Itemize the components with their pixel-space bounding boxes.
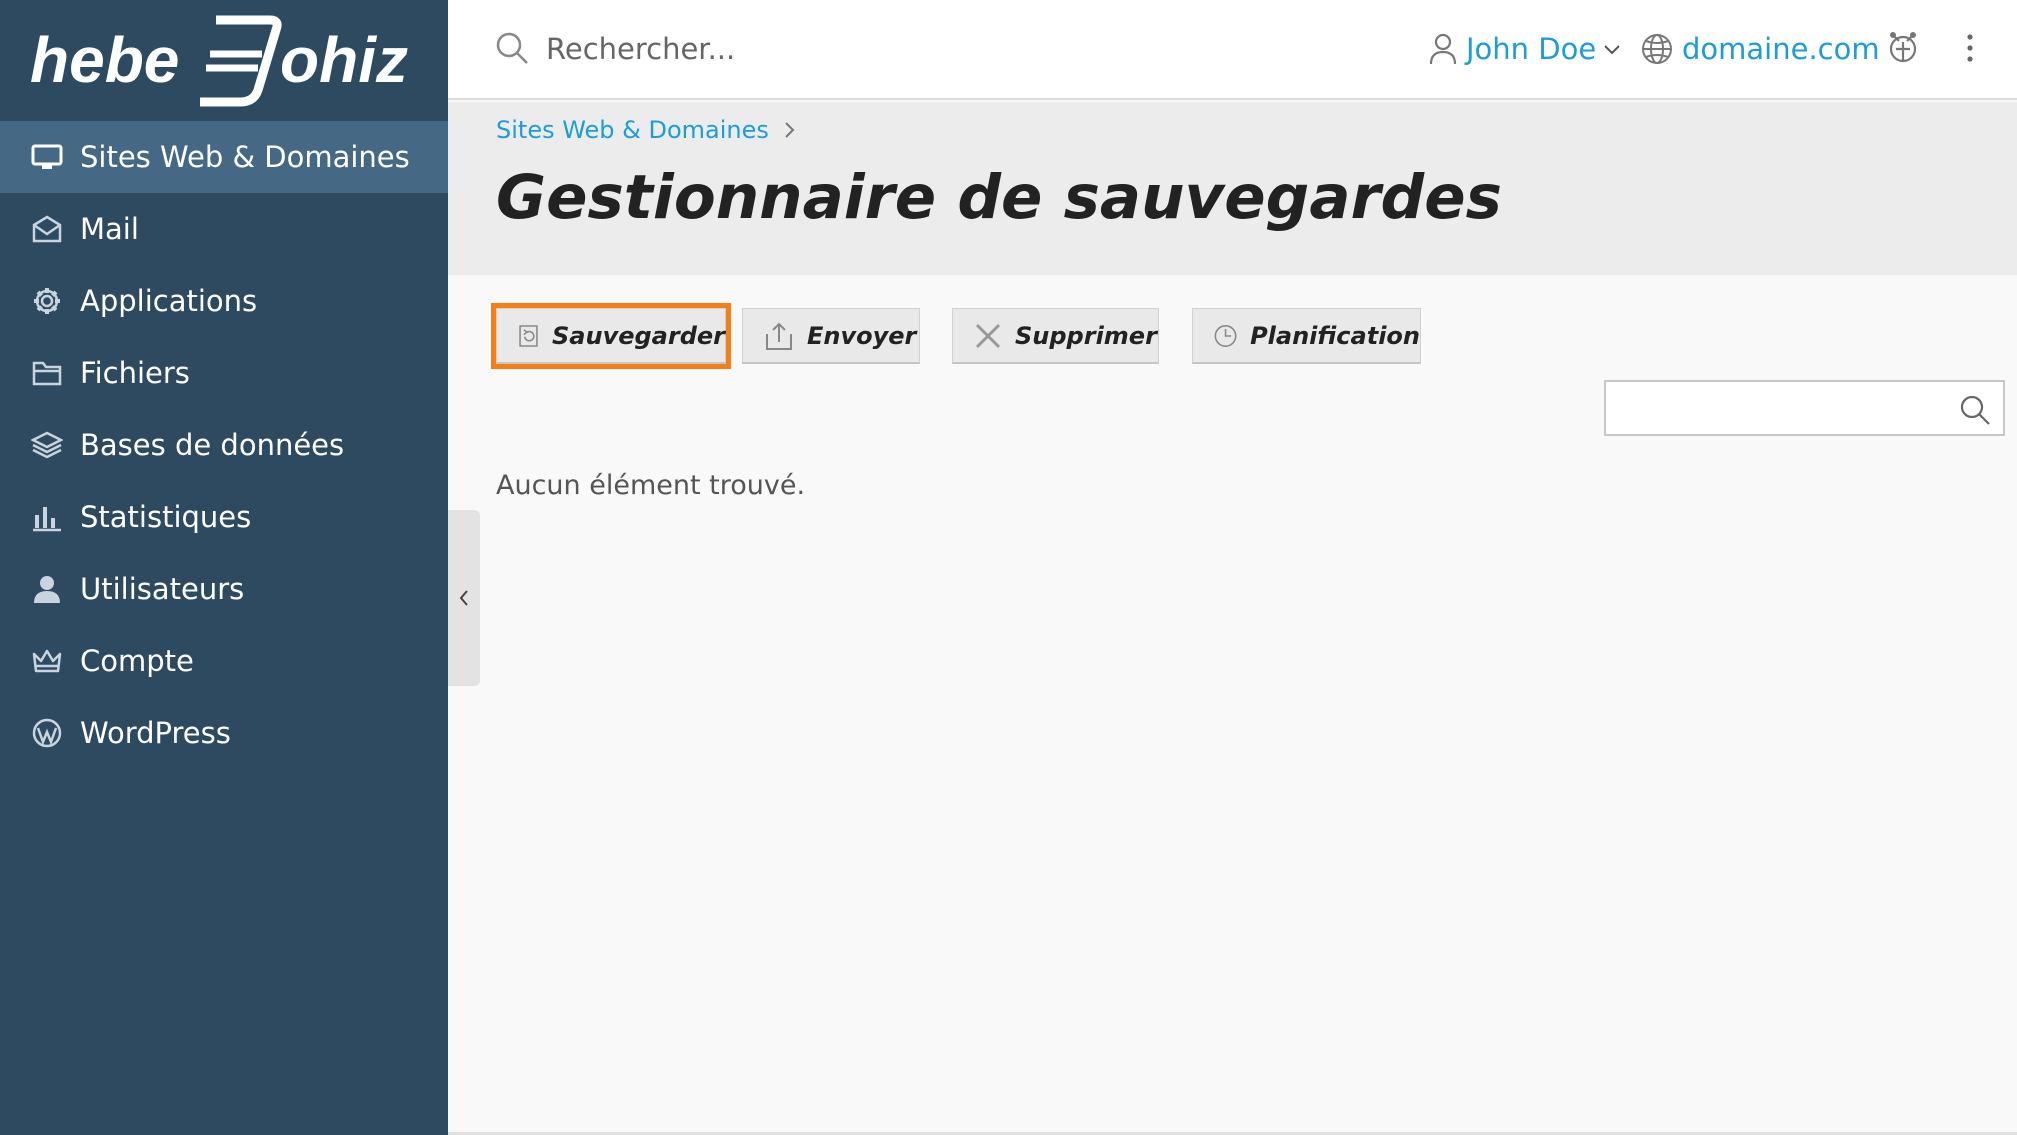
gear-icon [30, 284, 64, 318]
breadcrumb: Sites Web & Domaines [496, 116, 795, 144]
sidebar-item-mail[interactable]: Mail [0, 193, 448, 265]
schedule-button[interactable]: Planification [1192, 308, 1421, 364]
brand-logo[interactable]: hebe ohiz [0, 0, 448, 121]
delete-x-icon [975, 323, 1001, 348]
hebergeur-logo: hebe ohiz [30, 15, 408, 107]
upload-button[interactable]: Envoyer [742, 308, 920, 364]
domain-switcher[interactable]: domaine.com [1640, 28, 1880, 70]
sidebar-item-statistics[interactable]: Statistiques [0, 481, 448, 553]
upload-button-label: Envoyer [807, 321, 917, 350]
user-name: John Doe [1466, 32, 1597, 66]
backup-icon [519, 324, 538, 347]
folder-icon [30, 356, 64, 390]
monitor-icon [30, 140, 64, 174]
database-layers-icon [30, 428, 64, 462]
chevron-left-icon [459, 590, 468, 606]
sidebar-item-applications[interactable]: Applications [0, 265, 448, 337]
empty-list-message: Aucun élément trouvé. [496, 470, 806, 501]
sidebar-item-users[interactable]: Utilisateurs [0, 553, 448, 625]
logo-text-left: hebe [30, 24, 179, 96]
sidebar-item-label: WordPress [80, 716, 231, 750]
delete-button-label: Supprimer [1015, 321, 1157, 350]
sidebar-item-account[interactable]: Compte [0, 625, 448, 697]
list-search-box [1604, 380, 2005, 436]
sidebar-item-label: Mail [80, 212, 139, 246]
crown-icon [30, 644, 64, 678]
globe-icon [1642, 34, 1672, 64]
sidebar-item-files[interactable]: Fichiers [0, 337, 448, 409]
delete-button[interactable]: Supprimer [952, 308, 1159, 364]
more-vertical-icon[interactable] [1964, 32, 1976, 64]
search-icon[interactable] [1959, 394, 1991, 426]
sidebar-item-label: Bases de données [80, 428, 345, 462]
sidebar-item-label: Compte [80, 644, 194, 678]
page-title: Gestionnaire de sauvegardes [496, 162, 1502, 233]
sidebar: hebe ohiz Sites Web & Domaines Mail Appl… [0, 0, 448, 1135]
domain-name: domaine.com [1682, 32, 1880, 66]
chevron-right-icon [785, 122, 795, 138]
extensions-icon[interactable] [1886, 30, 1920, 66]
logo-text-right: ohiz [280, 24, 408, 96]
clock-icon [1214, 324, 1237, 347]
upload-icon [766, 322, 792, 350]
wordpress-icon [30, 716, 64, 750]
sidebar-nav: Sites Web & Domaines Mail Applications F… [0, 121, 448, 769]
bar-chart-icon [30, 500, 64, 534]
user-icon [1429, 33, 1457, 65]
sidebar-item-label: Applications [80, 284, 258, 318]
sidebar-item-wordpress[interactable]: WordPress [0, 697, 448, 769]
sidebar-item-label: Fichiers [80, 356, 190, 390]
chevron-down-icon [1604, 45, 1620, 55]
sidebar-item-label: Statistiques [80, 500, 252, 534]
sidebar-item-label: Sites Web & Domaines [80, 140, 410, 174]
search-icon[interactable] [494, 30, 530, 66]
sidebar-item-label: Utilisateurs [80, 572, 245, 606]
sidebar-item-databases[interactable]: Bases de données [0, 409, 448, 481]
envelope-icon [30, 212, 64, 246]
schedule-button-label: Planification [1250, 321, 1420, 350]
backup-button[interactable]: Sauvegarder [491, 303, 731, 369]
sidebar-item-websites-domains[interactable]: Sites Web & Domaines [0, 121, 448, 193]
backup-button-label: Sauvegarder [552, 321, 725, 350]
global-search-input[interactable] [544, 25, 1064, 73]
list-search-input[interactable] [1616, 390, 1946, 428]
user-menu[interactable]: John Doe [1428, 28, 1630, 70]
user-icon [30, 572, 64, 606]
sidebar-collapse-handle[interactable] [448, 510, 480, 686]
breadcrumb-link-websites-domains[interactable]: Sites Web & Domaines [496, 116, 769, 144]
